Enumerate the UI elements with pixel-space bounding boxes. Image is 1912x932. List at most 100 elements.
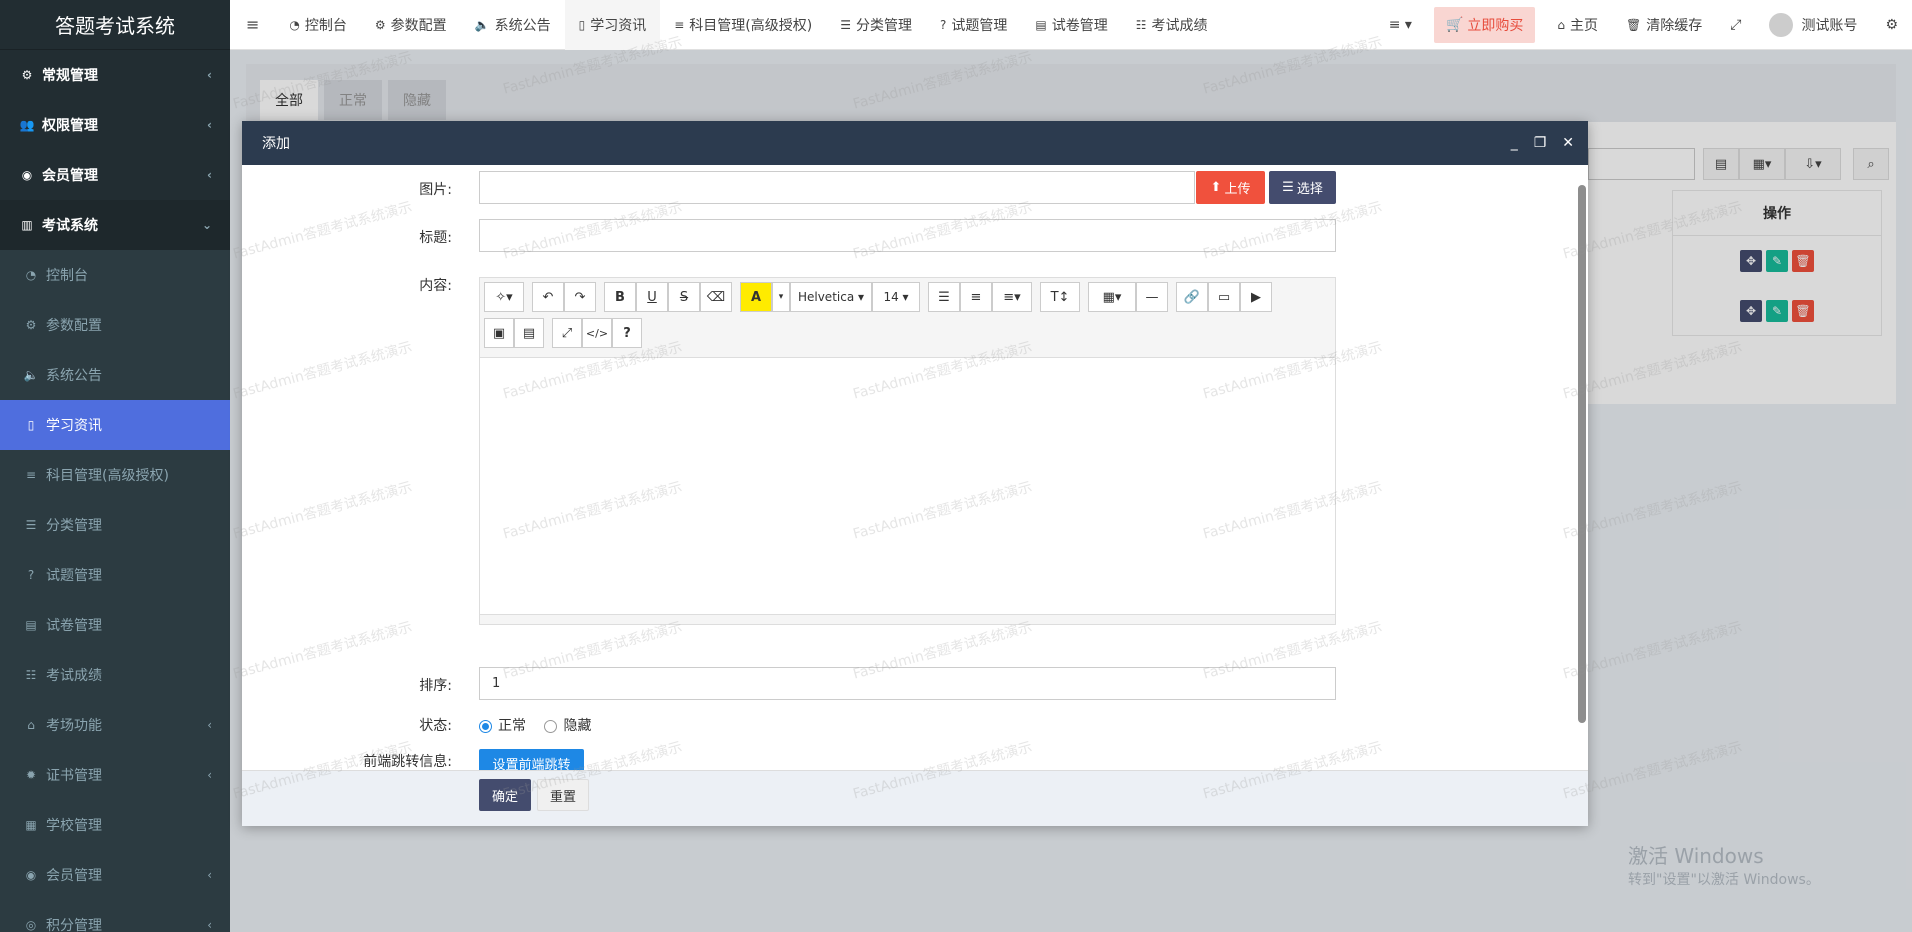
- sidebar-item[interactable]: ⚙ 参数配置: [0, 300, 230, 350]
- header-tab-label: 参数配置: [390, 17, 447, 34]
- bold-icon[interactable]: B: [604, 282, 636, 312]
- font-color-icon[interactable]: A: [740, 282, 772, 312]
- sidebar-item[interactable]: ▤ 试卷管理: [0, 600, 230, 650]
- sidebar-item[interactable]: ◔ 控制台: [0, 250, 230, 300]
- header-tab[interactable]: ☷ 考试成绩: [1122, 0, 1222, 50]
- strikethrough-icon[interactable]: S: [668, 282, 700, 312]
- video-icon[interactable]: ▶: [1240, 282, 1272, 312]
- chevron-icon: ‹: [207, 768, 212, 782]
- sidebar-item[interactable]: ⚙ 常规管理 ‹: [0, 50, 230, 100]
- list-icon: ≡: [674, 17, 685, 32]
- horizontal-rule-icon[interactable]: —: [1136, 282, 1168, 312]
- trash-icon: 🗑: [1626, 17, 1642, 32]
- header-tab[interactable]: ≡ 科目管理(高级授权): [660, 0, 826, 50]
- underline-icon[interactable]: U: [636, 282, 668, 312]
- sidebar-item[interactable]: ? 试题管理: [0, 550, 230, 600]
- sidebar-item-label: 参数配置: [46, 318, 102, 334]
- picture-icon[interactable]: ▭: [1208, 282, 1240, 312]
- sidebar-item[interactable]: 👥 权限管理 ‹: [0, 100, 230, 150]
- reset-button[interactable]: 重置: [537, 779, 589, 811]
- top-header: ≡ ◔ 控制台 ⚙ 参数配置 🔈 系统公告 ▯ 学习资讯 ≡ 科目管理(高级授权) ☰ 分类管理? 试题…: [230, 0, 1912, 50]
- fullscreen-icon[interactable]: ⤢: [1716, 0, 1755, 50]
- header-tab-label: 分类管理: [855, 17, 912, 34]
- header-tab[interactable]: 🔈 系统公告: [461, 0, 565, 50]
- minimize-icon[interactable]: _: [1511, 135, 1518, 151]
- fullscreen-icon[interactable]: ⤢: [552, 318, 582, 348]
- close-icon[interactable]: ✕: [1562, 135, 1574, 151]
- help-icon[interactable]: ?: [612, 318, 642, 348]
- link-icon[interactable]: 🔗: [1176, 282, 1208, 312]
- menu-toggle-icon[interactable]: ≡: [230, 0, 275, 50]
- sidebar-item[interactable]: ◉ 会员管理 ‹: [0, 850, 230, 900]
- sidebar-item[interactable]: ◎ 积分管理 ‹: [0, 900, 230, 932]
- table-icon[interactable]: ▦▾: [1088, 282, 1136, 312]
- sidebar-item-label: 证书管理: [46, 768, 102, 784]
- clear-cache-link[interactable]: 🗑 清除缓存: [1612, 0, 1716, 50]
- sidebar-item-label: 分类管理: [46, 518, 102, 534]
- header-tab[interactable]: ⚙ 参数配置: [361, 0, 461, 50]
- sidebar-item[interactable]: ▦ 学校管理: [0, 800, 230, 850]
- sidebar-item-label: 考试系统: [42, 218, 98, 234]
- sidebar-item[interactable]: ✹ 证书管理 ‹: [0, 750, 230, 800]
- sidebar-item[interactable]: ▯ 学习资讯: [0, 400, 230, 450]
- sort-input[interactable]: 1: [479, 667, 1336, 700]
- image-label: 图片:: [419, 182, 452, 198]
- sidebar-item[interactable]: ≡ 科目管理(高级授权): [0, 450, 230, 500]
- user-menu[interactable]: 测试账号: [1755, 0, 1871, 50]
- header-tab[interactable]: ▯ 学习资讯: [564, 0, 661, 50]
- buy-now-button[interactable]: 🛒 立即购买: [1433, 6, 1536, 43]
- align-icon: ☰: [25, 518, 37, 532]
- editor-content-area[interactable]: [480, 358, 1335, 614]
- font-color-dropdown-icon[interactable]: ▾: [772, 282, 790, 312]
- upload-button[interactable]: ⬆ 上传: [1196, 171, 1265, 204]
- title-input[interactable]: [479, 219, 1336, 252]
- image-upload-icon[interactable]: ▣: [484, 318, 514, 348]
- magic-wand-icon[interactable]: ✧▾: [484, 282, 524, 312]
- home-link[interactable]: ⌂ 主页: [1543, 0, 1612, 50]
- chevron-icon: ⌄: [201, 218, 212, 232]
- code-view-icon[interactable]: </>: [582, 318, 612, 348]
- sidebar-item-label: 学校管理: [46, 818, 102, 834]
- sidebar-item-label: 系统公告: [46, 368, 102, 384]
- settings-icon[interactable]: ⚙: [1871, 0, 1912, 50]
- font-family-select[interactable]: Helvetica ▾: [790, 282, 872, 312]
- map-icon: ▯: [578, 17, 586, 32]
- redo-icon[interactable]: ↷: [564, 282, 596, 312]
- sidebar-item[interactable]: ☰ 分类管理: [0, 500, 230, 550]
- file-icon[interactable]: ▤: [514, 318, 544, 348]
- clear-cache-label: 清除缓存: [1646, 17, 1703, 34]
- header-tab[interactable]: ◔ 控制台: [275, 0, 360, 50]
- header-tab-label: 系统公告: [494, 17, 551, 34]
- status-normal-radio[interactable]: 正常: [479, 718, 526, 734]
- sidebar-item[interactable]: ⌂ 考场功能 ‹: [0, 700, 230, 750]
- bullet-list-icon[interactable]: ☰: [928, 282, 960, 312]
- header-tab[interactable]: ? 试题管理: [926, 0, 1021, 50]
- cogs-icon: ⚙: [374, 17, 386, 32]
- header-tabs: ◔ 控制台 ⚙ 参数配置 🔈 系统公告 ▯ 学习资讯 ≡ 科目管理(高级授权) ☰ 分类管理? 试题管理…: [275, 0, 1221, 50]
- header-tab-label: 考试成绩: [1151, 17, 1208, 34]
- select-button[interactable]: ☰ 选择: [1269, 171, 1336, 204]
- align-icon[interactable]: ≡▾: [992, 282, 1032, 312]
- app-logo[interactable]: 答题考试系统: [0, 0, 230, 50]
- eraser-icon[interactable]: ⌫: [700, 282, 732, 312]
- confirm-button[interactable]: 确定: [479, 779, 531, 811]
- line-height-icon[interactable]: T↕: [1040, 282, 1080, 312]
- sidebar-item[interactable]: ▥ 考试系统 ⌄: [0, 200, 230, 250]
- dialog-scrollbar[interactable]: [1578, 185, 1586, 723]
- image-input[interactable]: [479, 171, 1195, 204]
- set-jump-button[interactable]: 设置前端跳转: [479, 749, 584, 770]
- status-hidden-radio[interactable]: 隐藏: [544, 718, 591, 734]
- font-size-select[interactable]: 14 ▾: [872, 282, 920, 312]
- header-tab-label: 学习资讯: [590, 17, 647, 34]
- editor-resize-handle[interactable]: [480, 614, 1335, 624]
- sidebar-item[interactable]: ◉ 会员管理 ‹: [0, 150, 230, 200]
- numbered-list-icon[interactable]: ≡: [960, 282, 992, 312]
- sidebar-item[interactable]: 🔈 系统公告: [0, 350, 230, 400]
- header-tab[interactable]: ▤ 试卷管理: [1021, 0, 1121, 50]
- undo-icon[interactable]: ↶: [532, 282, 564, 312]
- sidebar-item[interactable]: ☷ 考试成绩: [0, 650, 230, 700]
- more-menu-icon[interactable]: ≡ ▾: [1375, 0, 1426, 50]
- maximize-icon[interactable]: ❐: [1534, 135, 1547, 151]
- header-tab[interactable]: ☰ 分类管理: [826, 0, 926, 50]
- home-icon: ⌂: [27, 718, 35, 732]
